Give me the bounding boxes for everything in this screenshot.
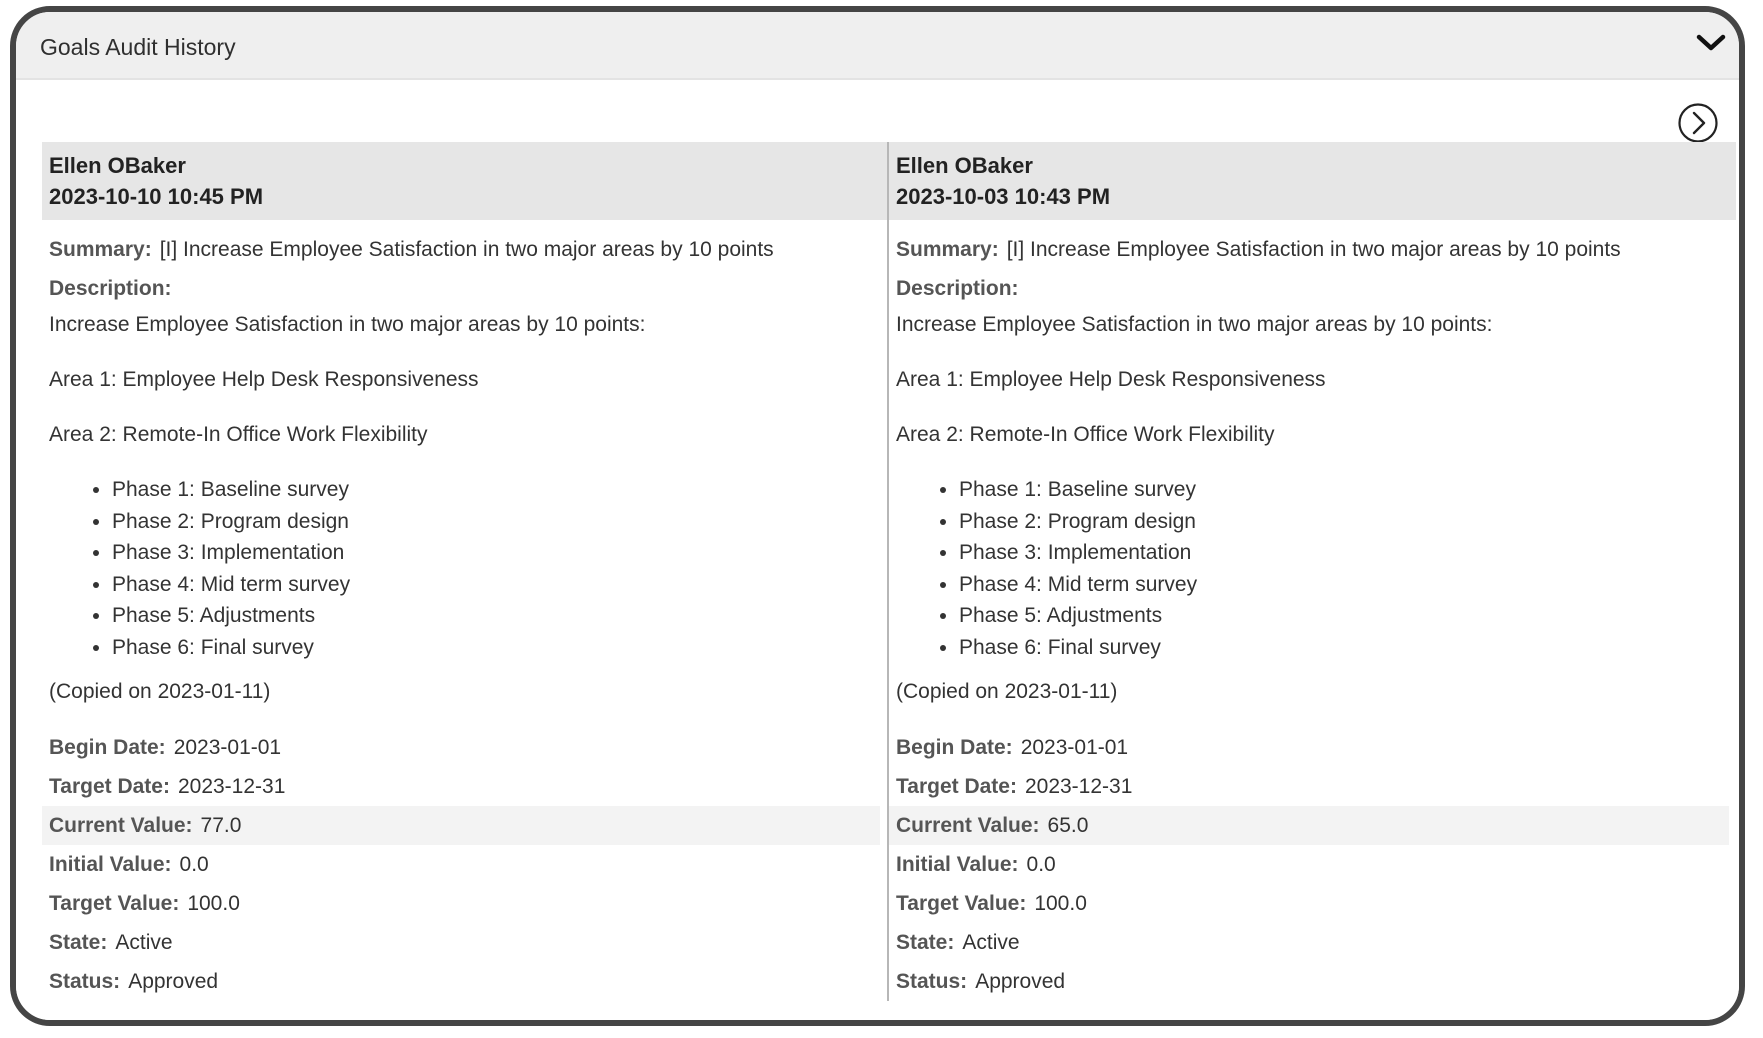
status-label: Status: xyxy=(49,970,121,993)
phase-item: Phase 4: Mid term survey xyxy=(112,569,880,601)
current-value-value: 77.0 xyxy=(200,814,242,837)
phase-item: Phase 3: Implementation xyxy=(112,537,880,569)
audit-entry-header: Ellen OBaker 2023-10-10 10:45 PM xyxy=(42,142,887,220)
state-row: State: Active xyxy=(896,923,1729,962)
current-value-label: Current Value: xyxy=(49,814,193,837)
status-row: Status: Approved xyxy=(49,962,880,1001)
current-value-row: Current Value: 77.0 xyxy=(42,806,880,845)
state-label: State: xyxy=(896,931,955,954)
chevron-down-icon[interactable] xyxy=(1695,30,1727,56)
phase-item: Phase 2: Program design xyxy=(112,506,880,538)
copied-note: (Copied on 2023-01-11) xyxy=(49,680,271,703)
begin-date-value: 2023-01-01 xyxy=(173,736,282,759)
description-area-1: Area 1: Employee Help Desk Responsivenes… xyxy=(896,368,1326,391)
audit-entry: Ellen OBaker 2023-10-03 10:43 PM Summary… xyxy=(889,142,1736,1001)
circle-chevron-right-icon[interactable] xyxy=(1677,102,1719,144)
description-intro: Increase Employee Satisfaction in two ma… xyxy=(49,313,646,336)
begin-date-label: Begin Date: xyxy=(49,736,166,759)
target-value-label: Target Value: xyxy=(49,892,180,915)
current-value-row: Current Value: 65.0 xyxy=(889,806,1729,845)
description-area-2: Area 2: Remote-In Office Work Flexibilit… xyxy=(896,423,1275,446)
state-value: Active xyxy=(962,931,1020,954)
target-date-value: 2023-12-31 xyxy=(177,775,286,798)
audit-entry-body: Summary: [I] Increase Employee Satisfacti… xyxy=(889,220,1736,1001)
phase-item: Phase 3: Implementation xyxy=(959,537,1729,569)
initial-value-label: Initial Value: xyxy=(49,853,172,876)
target-date-value: 2023-12-31 xyxy=(1024,775,1133,798)
audit-entry: Ellen OBaker 2023-10-10 10:45 PM Summary… xyxy=(42,142,889,1001)
description-row: Description: xyxy=(896,269,1729,308)
panel-title: Goals Audit History xyxy=(40,34,236,60)
status-label: Status: xyxy=(896,970,968,993)
audit-entry-header: Ellen OBaker 2023-10-03 10:43 PM xyxy=(889,142,1736,220)
phase-item: Phase 1: Baseline survey xyxy=(959,474,1729,506)
summary-row: Summary: [I] Increase Employee Satisfacti… xyxy=(896,230,1729,269)
description-row: Description: xyxy=(49,269,880,308)
state-label: State: xyxy=(49,931,108,954)
target-value-label: Target Value: xyxy=(896,892,1027,915)
begin-date-value: 2023-01-01 xyxy=(1020,736,1129,759)
phase-item: Phase 4: Mid term survey xyxy=(959,569,1729,601)
entry-timestamp: 2023-10-03 10:43 PM xyxy=(896,184,1111,209)
audit-history-table: Ellen OBaker 2023-10-10 10:45 PM Summary… xyxy=(42,142,1736,1001)
begin-date-row: Begin Date: 2023-01-01 xyxy=(896,728,1729,767)
phase-item: Phase 6: Final survey xyxy=(959,632,1729,664)
status-value: Approved xyxy=(128,970,219,993)
phase-item: Phase 2: Program design xyxy=(959,506,1729,538)
initial-value-value: 0.0 xyxy=(1026,853,1056,876)
summary-value: [I] Increase Employee Satisfaction in tw… xyxy=(1006,238,1621,261)
author-name: Ellen OBaker xyxy=(49,153,186,178)
description-area-1: Area 1: Employee Help Desk Responsivenes… xyxy=(49,368,479,391)
panel-body: Ellen OBaker 2023-10-10 10:45 PM Summary… xyxy=(16,80,1739,1020)
phase-list: Phase 1: Baseline survey Phase 2: Progra… xyxy=(49,474,880,663)
begin-date-label: Begin Date: xyxy=(896,736,1013,759)
state-value: Active xyxy=(115,931,173,954)
phase-list: Phase 1: Baseline survey Phase 2: Progra… xyxy=(896,474,1729,663)
state-row: State: Active xyxy=(49,923,880,962)
initial-value-label: Initial Value: xyxy=(896,853,1019,876)
description-area-2: Area 2: Remote-In Office Work Flexibilit… xyxy=(49,423,428,446)
window-frame: Goals Audit History Ellen OBaker 2023-10… xyxy=(10,6,1745,1026)
target-date-label: Target Date: xyxy=(896,775,1017,798)
phase-item: Phase 5: Adjustments xyxy=(959,600,1729,632)
entry-timestamp: 2023-10-10 10:45 PM xyxy=(49,184,264,209)
summary-label: Summary: xyxy=(896,238,999,261)
target-date-row: Target Date: 2023-12-31 xyxy=(896,767,1729,806)
description-label: Description: xyxy=(896,277,1019,300)
begin-date-row: Begin Date: 2023-01-01 xyxy=(49,728,880,767)
initial-value-row: Initial Value: 0.0 xyxy=(896,845,1729,884)
current-value-label: Current Value: xyxy=(896,814,1040,837)
phase-item: Phase 1: Baseline survey xyxy=(112,474,880,506)
copied-note: (Copied on 2023-01-11) xyxy=(896,680,1118,703)
description-label: Description: xyxy=(49,277,172,300)
phase-item: Phase 6: Final survey xyxy=(112,632,880,664)
initial-value-value: 0.0 xyxy=(179,853,209,876)
target-value-row: Target Value: 100.0 xyxy=(49,884,880,923)
description-intro: Increase Employee Satisfaction in two ma… xyxy=(896,313,1493,336)
target-value-value: 100.0 xyxy=(187,892,240,915)
status-value: Approved xyxy=(975,970,1066,993)
author-name: Ellen OBaker xyxy=(896,153,1033,178)
audit-entry-body: Summary: [I] Increase Employee Satisfacti… xyxy=(42,220,887,1001)
initial-value-row: Initial Value: 0.0 xyxy=(49,845,880,884)
panel-header[interactable]: Goals Audit History xyxy=(16,12,1739,80)
summary-label: Summary: xyxy=(49,238,152,261)
target-date-label: Target Date: xyxy=(49,775,170,798)
target-value-value: 100.0 xyxy=(1034,892,1087,915)
target-value-row: Target Value: 100.0 xyxy=(896,884,1729,923)
summary-row: Summary: [I] Increase Employee Satisfacti… xyxy=(49,230,880,269)
status-row: Status: Approved xyxy=(896,962,1729,1001)
current-value-value: 65.0 xyxy=(1047,814,1089,837)
phase-item: Phase 5: Adjustments xyxy=(112,600,880,632)
summary-value: [I] Increase Employee Satisfaction in tw… xyxy=(159,238,774,261)
target-date-row: Target Date: 2023-12-31 xyxy=(49,767,880,806)
